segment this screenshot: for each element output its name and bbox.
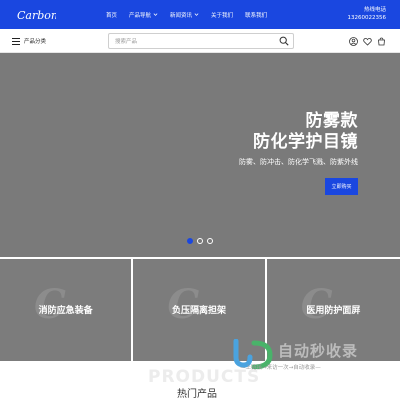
hotline: 热线电话 13260022356: [348, 6, 387, 23]
site-watermark: 自动秒收录 —上链接→来访一次→自动收录—: [230, 339, 400, 379]
heart-icon[interactable]: [363, 37, 372, 46]
carousel-dot[interactable]: [197, 238, 203, 244]
nav-item-2[interactable]: 新闻资讯: [170, 11, 199, 19]
top-nav-bar: Carbon 首页 产品导航 新闻资讯 关于我们 联系我们 热线电话 132600223…: [0, 0, 400, 29]
nav-item-label: 产品导航: [129, 12, 152, 19]
category-card-label: 负压隔离担架: [172, 306, 227, 316]
category-card[interactable]: C 消防应急装备: [0, 259, 132, 361]
buy-now-button[interactable]: 立即购买: [325, 178, 358, 195]
carousel-dot[interactable]: [207, 238, 213, 244]
category-card-label: 消防应急装备: [38, 306, 93, 316]
section-title: 热门产品: [177, 389, 217, 400]
category-card-label: 医用防护面屏: [306, 306, 361, 316]
nav-item-label: 首页: [106, 12, 118, 19]
chevron-down-icon: [153, 13, 158, 16]
search-input[interactable]: [115, 37, 275, 46]
nav-item-1[interactable]: 产品导航: [129, 11, 158, 19]
hero-banner[interactable]: 防雾款 防化学护目镜 防雾、防冲击、防化学飞溅、防紫外线 立即购买: [0, 53, 400, 257]
search-bar-row: 产品分类: [0, 29, 400, 53]
hero-title: 防雾款 防化学护目镜: [253, 111, 358, 153]
hotline-number[interactable]: 13260022356: [348, 14, 387, 23]
chevron-down-icon: [194, 13, 199, 16]
hero-title-line2: 防化学护目镜: [253, 132, 358, 152]
hero-subtitle: 防雾、防冲击、防化学飞溅、防紫外线: [239, 158, 358, 166]
nav-item-label: 新闻资讯: [170, 12, 193, 19]
menu-icon: [12, 37, 20, 45]
nav-item-0[interactable]: 首页: [106, 11, 117, 19]
carousel-dots: [187, 238, 217, 244]
svg-text:Carbon: Carbon: [17, 9, 56, 22]
hero-title-line1: 防雾款: [305, 111, 358, 131]
search-box: [108, 33, 294, 49]
carousel-dot[interactable]: [187, 238, 193, 244]
nav-item-label: 联系我们: [245, 12, 268, 19]
hotline-label: 热线电话: [363, 7, 386, 13]
user-icon[interactable]: [349, 36, 358, 46]
nav-item-3[interactable]: 关于我们: [211, 11, 233, 19]
main-nav: 首页 产品导航 新闻资讯 关于我们 联系我们: [106, 0, 279, 29]
user-actions: [344, 29, 386, 53]
watermark-tagline: —上链接→来访一次→自动收录—: [240, 365, 321, 371]
search-icon[interactable]: [279, 36, 289, 46]
brand-logo[interactable]: Carbon: [16, 7, 56, 23]
category-menu-button[interactable]: 产品分类: [12, 29, 46, 53]
nav-item-label: 关于我们: [211, 12, 234, 19]
nav-item-4[interactable]: 联系我们: [245, 11, 267, 19]
cart-icon[interactable]: [377, 37, 386, 46]
watermark-title: 自动秒收录: [278, 342, 359, 360]
category-menu-label: 产品分类: [24, 39, 47, 45]
